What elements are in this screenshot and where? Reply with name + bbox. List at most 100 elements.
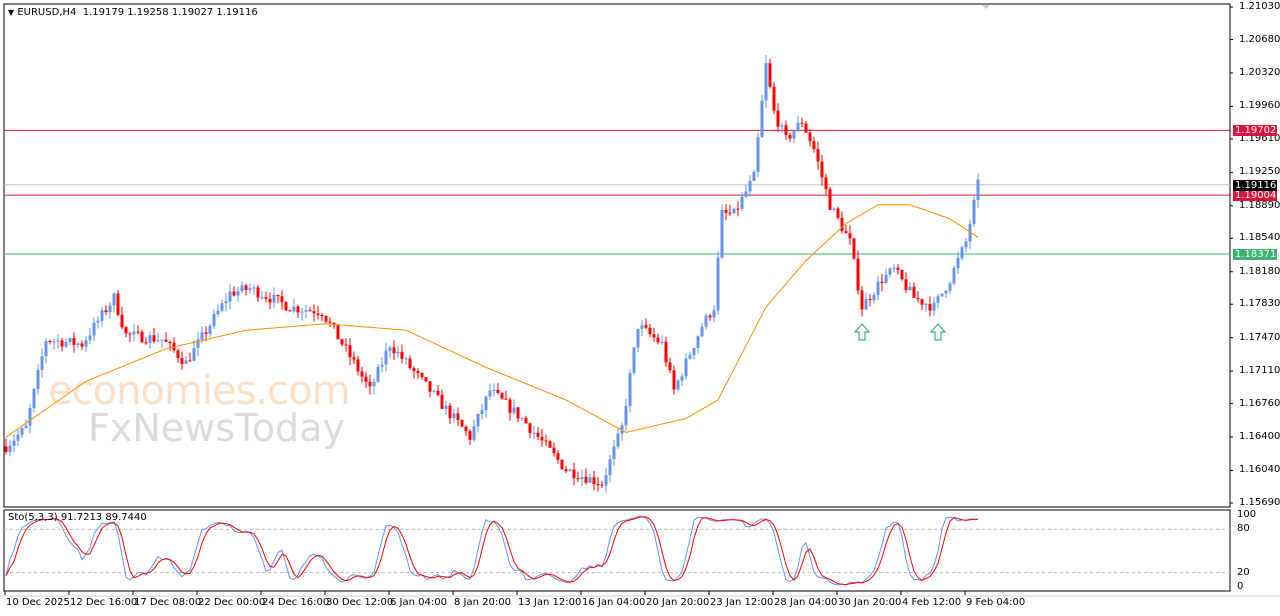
candle-body	[892, 267, 896, 269]
indicator-axis-label: 100	[1237, 509, 1257, 520]
dropdown-triangle-icon[interactable]: ▼	[8, 8, 14, 17]
candle-body	[796, 122, 800, 132]
candle-body	[812, 141, 816, 150]
candle-body	[300, 311, 304, 313]
candle-body	[388, 347, 392, 351]
candle-body	[268, 298, 272, 303]
candle-body	[88, 335, 92, 341]
candle-body	[292, 306, 296, 312]
candle-body	[644, 325, 648, 328]
candle-body	[592, 477, 596, 485]
candle-body	[48, 340, 52, 342]
candle-body	[492, 390, 496, 392]
candle-body	[600, 484, 604, 486]
candle-body	[452, 413, 456, 418]
candle-body	[756, 137, 760, 172]
candle-body	[744, 191, 748, 197]
price-level-tag: 1.19116	[1233, 179, 1277, 191]
candle-body	[372, 382, 376, 387]
time-axis-label: 17 Dec 08:00	[134, 597, 202, 608]
candle-body	[612, 446, 616, 460]
candle-body	[28, 408, 32, 426]
candle-body	[652, 334, 656, 338]
candle-body	[272, 294, 276, 303]
candle-body	[124, 327, 128, 334]
candle-body	[676, 380, 680, 390]
candle-body	[540, 436, 544, 441]
candle-body	[516, 407, 520, 419]
candle-body	[500, 393, 504, 399]
candle-body	[116, 293, 120, 315]
candle-body	[552, 447, 556, 454]
candle-body	[696, 336, 700, 349]
mt4-chart-window: ▼ EURUSD,H4 1.19179 1.19258 1.19027 1.19…	[0, 0, 1280, 616]
candle-body	[684, 358, 688, 377]
candle-body	[168, 341, 172, 343]
candle-body	[956, 258, 960, 269]
candle-body	[528, 423, 532, 433]
candle-body	[104, 310, 108, 313]
candle-body	[596, 484, 600, 486]
candle-body	[220, 303, 224, 311]
time-axis-label: 22 Dec 00:00	[198, 597, 266, 608]
price-chart[interactable]	[0, 0, 1280, 616]
candle-body	[700, 326, 704, 337]
price-axis-label: 1.16040	[1239, 464, 1280, 476]
candle-body	[420, 373, 424, 378]
price-axis-label: 1.17110	[1239, 365, 1280, 377]
candle-body	[204, 332, 208, 334]
candle-body	[740, 196, 744, 209]
up-arrow-icon	[929, 323, 947, 341]
candle-body	[404, 358, 408, 360]
candle-body	[876, 281, 880, 295]
candle-body	[52, 341, 56, 343]
candle-body	[480, 410, 484, 414]
candle-body	[360, 371, 364, 377]
watermark-logo: economies.com FxNewsToday	[48, 368, 351, 450]
candle-body	[800, 122, 804, 124]
candle-body	[888, 268, 892, 275]
candle-body	[664, 341, 668, 363]
time-axis-label: 23 Jan 12:00	[710, 597, 774, 608]
candle-body	[148, 335, 152, 344]
time-axis-label: 13 Jan 12:00	[518, 597, 582, 608]
candle-body	[920, 299, 924, 305]
candle-body	[144, 342, 148, 344]
candle-body	[252, 287, 256, 289]
candle-body	[216, 310, 220, 315]
candle-body	[896, 267, 900, 271]
candle-body	[428, 381, 432, 392]
price-axis-label: 1.21030	[1239, 1, 1280, 12]
candle-body	[128, 333, 132, 335]
candle-body	[484, 396, 488, 411]
candle-body	[84, 340, 88, 347]
up-arrow-icon	[853, 323, 871, 341]
candle-body	[836, 208, 840, 218]
candle-body	[532, 432, 536, 434]
candle-body	[780, 125, 784, 127]
watermark-fxnewstoday: FxNewsToday	[88, 406, 345, 450]
candle-body	[916, 297, 920, 300]
candle-body	[736, 208, 740, 210]
candle-body	[468, 431, 472, 440]
candle-body	[464, 426, 468, 432]
time-axis-label: 8 Jan 20:00	[454, 597, 511, 608]
price-axis-label: 1.17830	[1239, 298, 1280, 310]
stochastic-signal-line	[5, 516, 979, 586]
candle-body	[628, 373, 632, 406]
candle-body	[924, 304, 928, 306]
candle-body	[328, 321, 332, 323]
candle-body	[952, 268, 956, 284]
price-level-tag: 1.19702	[1233, 125, 1277, 137]
candle-body	[24, 425, 28, 428]
time-axis-label: 10 Dec 2025	[6, 597, 70, 608]
candle-body	[276, 294, 280, 297]
candle-body	[284, 302, 288, 311]
candle-body	[200, 332, 204, 340]
candle-body	[864, 299, 868, 310]
candle-body	[256, 287, 260, 298]
candle-body	[240, 285, 244, 292]
candle-body	[140, 331, 144, 343]
candle-body	[764, 63, 768, 101]
price-axis-label: 1.20320	[1239, 66, 1280, 78]
